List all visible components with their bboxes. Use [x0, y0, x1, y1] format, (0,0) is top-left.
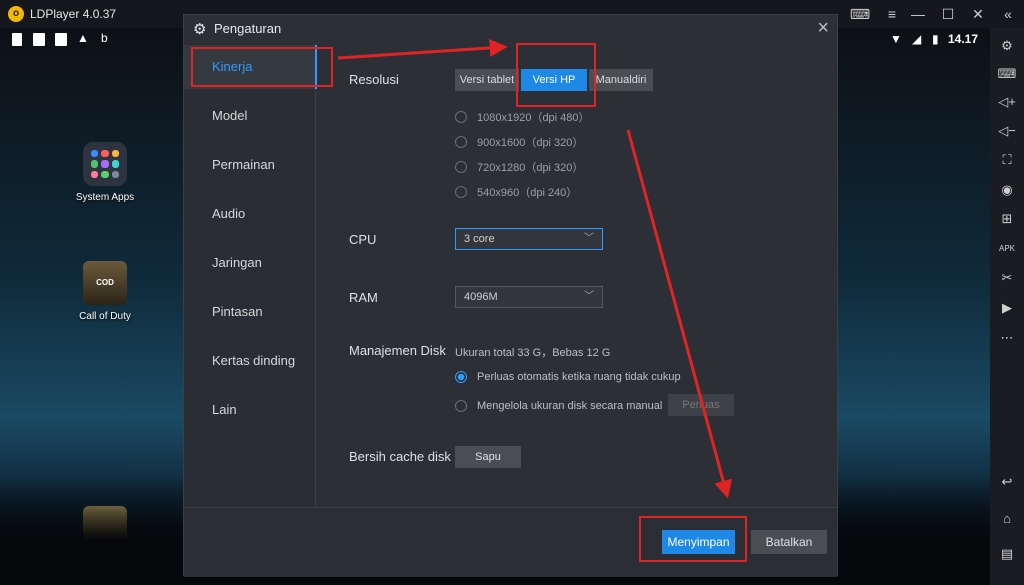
close-icon[interactable]: ✕ — [966, 4, 990, 24]
tab-tablet-version[interactable]: Versi tablet — [455, 69, 519, 91]
warning-icon: ▲ — [77, 31, 89, 45]
recent-apps-icon[interactable]: ▤ — [997, 544, 1017, 564]
more-icon[interactable]: ⋯ — [997, 328, 1017, 348]
nav-item-pintasan[interactable]: Pintasan — [184, 290, 316, 334]
cache-label: Bersih cache disk — [349, 449, 451, 464]
desktop-app-call-of-duty[interactable]: COD Call of Duty — [60, 261, 150, 322]
apk-icon[interactable]: APK — [997, 239, 1017, 259]
dialog-title: Pengaturan — [214, 21, 282, 36]
disk-manual-option[interactable]: Mengelola ukuran disk secara manual — [455, 400, 662, 412]
resolution-label: Resolusi — [349, 72, 399, 87]
maximize-icon[interactable]: ☐ — [936, 4, 960, 24]
ram-label: RAM — [349, 290, 378, 305]
minimize-icon[interactable]: — — [906, 4, 930, 24]
emulator-toolbar: ⚙ ⌨ ◁+ ◁− ⛶ ◉ ⊞ APK ✂ ▶ ⋯ ↩ ⌂ ▤ — [990, 28, 1024, 585]
dialog-close-icon[interactable]: × — [817, 17, 829, 40]
radio-button[interactable] — [455, 161, 467, 173]
chevron-down-icon: ﹀ — [584, 291, 594, 302]
notification-icon — [33, 33, 45, 46]
radio-button[interactable] — [455, 186, 467, 198]
settings-icon[interactable]: ⚙ — [997, 36, 1017, 56]
option-label: 1080x1920（dpi 480） — [477, 112, 590, 124]
option-label: 540x960（dpi 240） — [477, 187, 578, 199]
menu-icon[interactable]: ≡ — [880, 4, 904, 24]
facebook-icon — [12, 33, 22, 46]
app-label: State of Survival — [68, 556, 142, 567]
ldplayer-logo-icon: o — [8, 6, 24, 22]
home-icon[interactable]: ⌂ — [997, 509, 1017, 529]
nav-item-kertas-dinding[interactable]: Kertas dinding — [184, 339, 316, 383]
notification-icon — [55, 33, 67, 46]
clear-cache-button[interactable]: Sapu — [455, 446, 521, 468]
b-app-icon: b — [101, 31, 108, 45]
collapse-icon[interactable]: « — [996, 4, 1020, 24]
record-icon[interactable]: ◉ — [997, 180, 1017, 200]
settings-nav: Kinerja Model Permainan Audio Jaringan P… — [184, 43, 317, 507]
keyboard-icon[interactable]: ⌨ — [997, 64, 1017, 84]
nav-item-audio[interactable]: Audio — [184, 192, 316, 236]
resolution-option[interactable]: 1080x1920（dpi 480） — [455, 109, 590, 125]
tab-manual[interactable]: Manualdiri — [589, 69, 653, 91]
option-label: Perluas otomatis ketika ruang tidak cuku… — [477, 371, 681, 383]
nav-item-jaringan[interactable]: Jaringan — [184, 241, 316, 285]
disk-label: Manajemen Disk — [349, 343, 446, 358]
option-label: Mengelola ukuran disk secara manual — [477, 400, 663, 412]
desktop-app-state-of-survival[interactable]: State of Survival — [60, 506, 150, 567]
resolution-option[interactable]: 720x1280（dpi 320） — [455, 159, 583, 175]
cpu-label: CPU — [349, 232, 377, 247]
option-label: 720x1280（dpi 320） — [477, 162, 584, 174]
settings-dialog: ⚙ Pengaturan × Kinerja Model Permainan A… — [183, 14, 838, 577]
nav-item-permainan[interactable]: Permainan — [184, 143, 316, 187]
ram-select[interactable]: 4096M ﹀ — [455, 286, 603, 308]
wifi-icon: ▼ — [890, 32, 902, 46]
app-label: System Apps — [75, 192, 135, 203]
back-icon[interactable]: ↩ — [997, 472, 1017, 492]
option-label: 900x1600（dpi 320） — [477, 137, 584, 149]
gamepad-icon[interactable]: ⌨ — [848, 4, 872, 24]
disk-summary: Ukuran total 33 G，Bebas 12 G — [455, 347, 611, 359]
cpu-value: 3 core — [464, 233, 495, 245]
annotation-box-kinerja — [191, 47, 333, 87]
radio-button[interactable] — [455, 136, 467, 148]
battery-icon: ▮ — [932, 32, 939, 46]
volume-up-icon[interactable]: ◁+ — [997, 92, 1017, 112]
resolution-option[interactable]: 540x960（dpi 240） — [455, 184, 577, 200]
fullscreen-icon[interactable]: ⛶ — [997, 150, 1017, 170]
expand-disk-button[interactable]: Perluas — [668, 394, 734, 416]
radio-button[interactable] — [455, 111, 467, 123]
status-time: 14.17 — [948, 32, 979, 46]
chevron-down-icon: ﹀ — [584, 233, 594, 244]
video-icon[interactable]: ▶ — [997, 298, 1017, 318]
settings-body: Resolusi Versi tablet Versi HP Manualdir… — [317, 43, 837, 507]
radio-button[interactable] — [455, 400, 467, 412]
radio-button-selected[interactable] — [455, 371, 467, 383]
scissors-icon[interactable]: ✂ — [997, 268, 1017, 288]
cpu-select[interactable]: 3 core ﹀ — [455, 228, 603, 250]
cancel-button[interactable]: Batalkan — [751, 530, 827, 554]
annotation-box-phone-version — [516, 43, 596, 107]
gear-icon: ⚙ — [193, 21, 207, 38]
volume-down-icon[interactable]: ◁− — [997, 121, 1017, 141]
system-apps-icon — [83, 142, 127, 186]
disk-auto-option[interactable]: Perluas otomatis ketika ruang tidak cuku… — [455, 371, 681, 383]
ram-value: 4096M — [464, 291, 498, 303]
app-label: Call of Duty — [79, 311, 131, 322]
state-of-survival-icon — [83, 506, 127, 550]
nav-item-model[interactable]: Model — [184, 94, 316, 138]
dialog-header: ⚙ Pengaturan × — [184, 15, 837, 43]
signal-icon: ◢ — [912, 32, 922, 46]
annotation-box-save — [639, 516, 747, 562]
call-of-duty-icon: COD — [83, 261, 127, 305]
desktop-app-system-apps[interactable]: System Apps — [60, 142, 150, 203]
nav-item-lain[interactable]: Lain — [184, 388, 316, 432]
app-title: LDPlayer 4.0.37 — [30, 7, 117, 21]
add-app-icon[interactable]: ⊞ — [997, 209, 1017, 229]
resolution-option[interactable]: 900x1600（dpi 320） — [455, 134, 583, 150]
